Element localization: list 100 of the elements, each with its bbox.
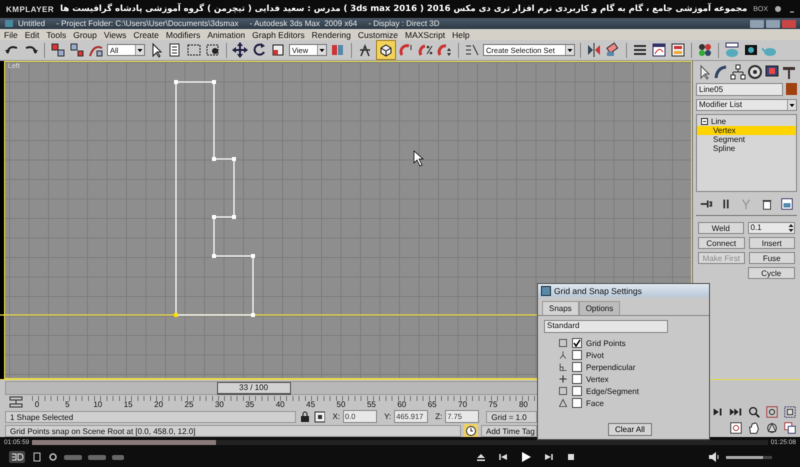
scale-icon[interactable] <box>270 42 286 58</box>
menu-item[interactable]: Group <box>73 30 97 40</box>
menu-item[interactable]: Help <box>452 30 470 40</box>
menu-item[interactable]: Views <box>104 30 126 40</box>
menu-item[interactable]: Edit <box>24 30 40 40</box>
move-icon[interactable] <box>232 42 248 58</box>
zoom-icon[interactable] <box>747 405 761 419</box>
hierarchy-icon[interactable] <box>730 64 746 80</box>
modifier-list-dropdown[interactable]: Modifier List <box>696 99 797 111</box>
pivot-icon[interactable] <box>330 42 346 58</box>
curve-editor-icon[interactable] <box>651 42 667 58</box>
maximize-button[interactable] <box>766 20 780 28</box>
rectangle-select-icon[interactable] <box>186 42 202 58</box>
preset-dropdown[interactable]: Standard <box>544 320 668 333</box>
snap-toggle-button[interactable] <box>376 40 396 60</box>
window-controls-icon[interactable] <box>774 4 794 14</box>
zoom-extents-icon[interactable] <box>783 405 797 419</box>
playlist-icon[interactable] <box>32 452 42 462</box>
command-button[interactable]: Cycle <box>748 267 795 279</box>
zoom-region-icon[interactable] <box>729 421 743 435</box>
percent-snap-icon[interactable] <box>418 42 434 58</box>
named-selection-icon[interactable] <box>464 42 480 58</box>
toggle-pill[interactable] <box>112 454 124 460</box>
add-time-tag[interactable]: Add Time Tag <box>481 424 537 436</box>
configure-icon[interactable] <box>780 197 794 211</box>
object-name-field[interactable]: Line05 <box>696 83 783 96</box>
volume-slider[interactable] <box>726 456 772 458</box>
stack-item[interactable]: Segment <box>697 135 796 144</box>
orbit-icon[interactable] <box>765 421 779 435</box>
3d-mode-icon[interactable] <box>8 450 26 464</box>
unlink-icon[interactable] <box>69 42 85 58</box>
mirror-icon[interactable] <box>586 42 602 58</box>
bent-pipe-icon[interactable] <box>713 64 729 80</box>
pan-hand-icon[interactable] <box>747 421 761 435</box>
command-button[interactable]: Weld <box>698 222 744 234</box>
object-color-swatch[interactable] <box>786 83 797 95</box>
menu-item[interactable]: Tools <box>46 30 66 40</box>
material-spheres-icon[interactable] <box>697 42 713 58</box>
command-button[interactable]: Fuse <box>748 252 795 264</box>
menu-item[interactable]: Graph Editors <box>252 30 305 40</box>
zoom-all-icon[interactable] <box>765 405 779 419</box>
toggle-pill[interactable] <box>64 454 82 460</box>
stack-item[interactable]: Spline <box>697 144 796 153</box>
settings-icon[interactable] <box>48 452 58 462</box>
snap-label: Perpendicular <box>586 362 636 372</box>
checkbox[interactable] <box>572 386 582 396</box>
frame-window-icon[interactable] <box>743 42 759 58</box>
snap-label: Grid Points <box>586 338 626 348</box>
checkbox[interactable] <box>572 398 582 408</box>
absolute-mode-icon[interactable] <box>314 410 326 422</box>
checkbox[interactable] <box>572 362 582 372</box>
render-setup-icon[interactable] <box>724 42 740 58</box>
maximize-icon[interactable] <box>783 421 797 435</box>
menu-item[interactable]: MAXScript <box>405 30 446 40</box>
align-icon[interactable] <box>605 42 621 58</box>
collapse-icon[interactable] <box>701 118 708 125</box>
command-button[interactable]: Connect <box>698 237 744 249</box>
time-slider-thumb[interactable]: 33 / 100 <box>216 382 291 395</box>
cube-icon <box>378 42 394 58</box>
selection-status: 1 Shape Selected <box>5 410 296 422</box>
command-button[interactable]: Insert <box>748 237 795 249</box>
eject-icon[interactable] <box>475 451 487 463</box>
rotate-icon[interactable] <box>251 42 267 58</box>
menu-item[interactable]: Customize <box>358 30 398 40</box>
stop-icon[interactable] <box>565 451 577 463</box>
dialog-tab[interactable]: Options <box>578 301 620 315</box>
stack-item[interactable]: Line <box>697 117 796 126</box>
menu-item[interactable]: Rendering <box>312 30 351 40</box>
clock-icon[interactable] <box>464 424 478 437</box>
dialog-tab[interactable]: Snaps <box>542 301 579 315</box>
motion-icon[interactable] <box>747 64 763 80</box>
frame-number: 15 <box>124 400 133 409</box>
spinner-snap-icon[interactable] <box>437 42 453 58</box>
next-icon[interactable] <box>543 451 555 463</box>
spline-shape[interactable] <box>174 80 255 317</box>
menu-item[interactable]: Create <box>133 30 159 40</box>
stack-item[interactable]: Vertex <box>697 126 796 135</box>
menu-item[interactable]: Animation <box>207 30 246 40</box>
previous-icon[interactable] <box>497 451 509 463</box>
minimize-button[interactable] <box>750 20 764 28</box>
clear-all-button[interactable]: Clear All <box>608 423 652 436</box>
toggle-pill[interactable] <box>88 454 106 460</box>
checkbox[interactable] <box>572 374 582 384</box>
schematic-icon[interactable] <box>670 42 686 58</box>
layers-icon[interactable] <box>632 42 648 58</box>
speaker-icon[interactable] <box>708 451 720 463</box>
window-select-icon[interactable] <box>205 42 221 58</box>
checkbox[interactable] <box>572 350 582 360</box>
spinner-field[interactable]: 0.1 <box>748 222 795 234</box>
lock-icon[interactable] <box>299 410 311 422</box>
checkbox[interactable] <box>572 338 582 348</box>
link-icon[interactable] <box>50 42 66 58</box>
vertex-snap-icon <box>558 374 568 384</box>
hammer-icon[interactable] <box>781 64 797 80</box>
seek-bar[interactable] <box>32 440 768 444</box>
play-icon[interactable] <box>519 450 533 464</box>
trash-icon[interactable] <box>760 197 774 211</box>
menu-item[interactable]: Modifiers <box>166 30 200 40</box>
menu-item[interactable]: File <box>4 30 18 40</box>
spinner-arrows-icon[interactable] <box>788 223 794 233</box>
